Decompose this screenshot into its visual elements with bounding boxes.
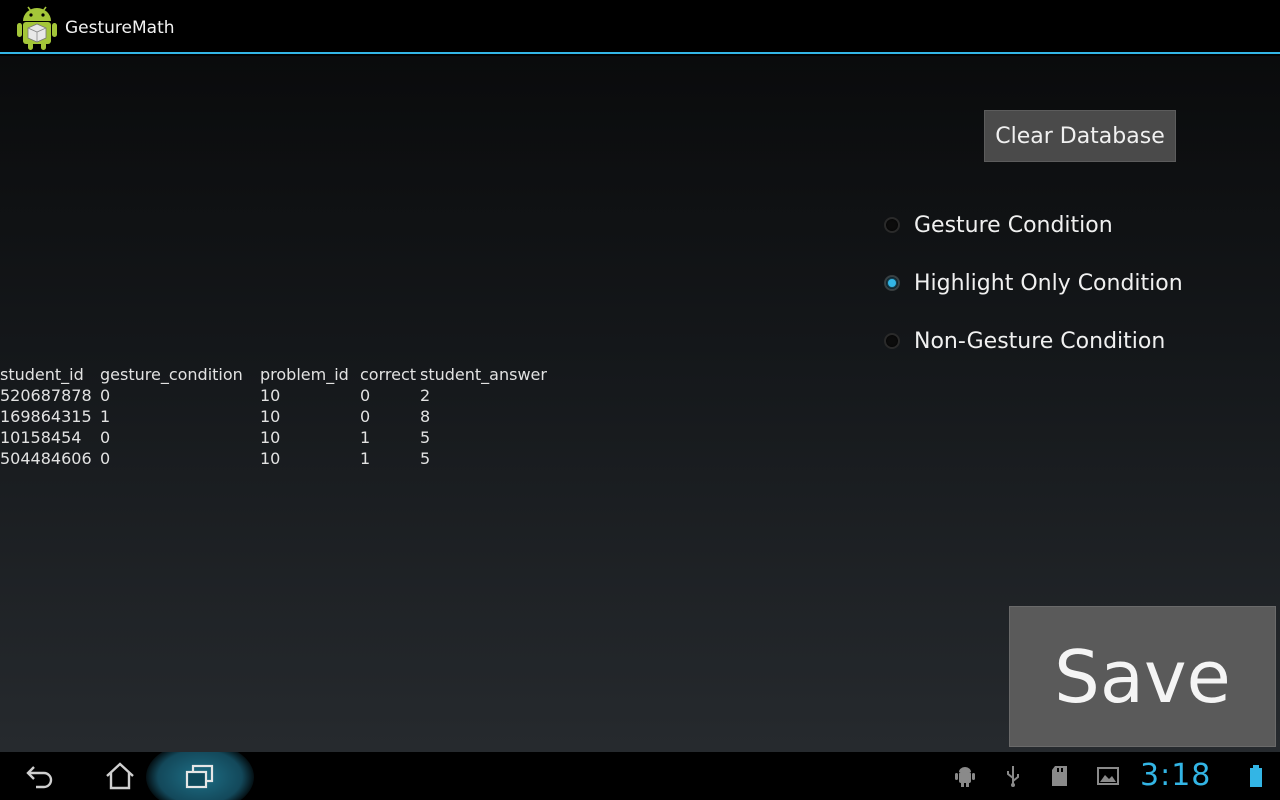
table-row: 10158454 0 10 1 5 — [0, 427, 550, 448]
recents-button[interactable] — [160, 752, 240, 800]
app-title: GestureMath — [65, 18, 175, 38]
column-header: correct — [360, 365, 417, 384]
table-cell: 10 — [260, 449, 281, 468]
radio-button-selected[interactable] — [884, 275, 900, 291]
table-row: 504484606 0 10 1 5 — [0, 448, 550, 469]
table-cell: 8 — [420, 407, 431, 426]
android-app-icon — [17, 6, 57, 50]
table-cell: 1 — [360, 428, 371, 447]
radio-non-gesture-condition[interactable]: Non-Gesture Condition — [884, 321, 1165, 361]
column-header: gesture_condition — [100, 365, 243, 384]
table-cell: 0 — [100, 386, 111, 405]
radio-gesture-condition[interactable]: Gesture Condition — [884, 205, 1113, 245]
column-header: problem_id — [260, 365, 349, 384]
table-row: 520687878 0 10 0 2 — [0, 385, 550, 406]
table-row: 169864315 1 10 0 8 — [0, 406, 550, 427]
table-cell: 0 — [360, 407, 371, 426]
table-cell: 0 — [100, 428, 111, 447]
table-cell: 0 — [360, 386, 371, 405]
clear-database-button[interactable]: Clear Database — [984, 110, 1176, 162]
table-cell: 5 — [420, 449, 431, 468]
table-header-row: student_id gesture_condition problem_id … — [0, 364, 550, 385]
radio-button[interactable] — [884, 333, 900, 349]
android-debug-icon — [955, 767, 975, 787]
table-cell: 10 — [260, 428, 281, 447]
table-cell: 504484606 — [0, 449, 92, 468]
gallery-icon — [1097, 767, 1119, 785]
table-cell: 5 — [420, 428, 431, 447]
table-cell: 10 — [260, 407, 281, 426]
clock: 3:18 — [1140, 758, 1212, 793]
recents-icon — [185, 764, 214, 789]
radio-label: Highlight Only Condition — [914, 270, 1183, 296]
system-bar: 3:18 — [0, 752, 1280, 800]
column-header: student_answer — [420, 365, 547, 384]
table-cell: 1 — [360, 449, 371, 468]
database-table: student_id gesture_condition problem_id … — [0, 364, 550, 469]
table-cell: 169864315 — [0, 407, 92, 426]
radio-label: Gesture Condition — [914, 212, 1113, 238]
save-button[interactable]: Save — [1009, 606, 1276, 747]
table-cell: 520687878 — [0, 386, 92, 405]
back-icon — [26, 766, 53, 789]
back-button[interactable] — [0, 752, 80, 800]
action-bar: GestureMath — [0, 0, 1280, 54]
home-icon — [106, 762, 134, 790]
main-content: Clear Database Gesture Condition Highlig… — [0, 56, 1280, 752]
usb-icon — [1007, 766, 1019, 787]
table-cell: 1 — [100, 407, 111, 426]
table-cell: 0 — [100, 449, 111, 468]
table-cell: 10158454 — [0, 428, 82, 447]
radio-label: Non-Gesture Condition — [914, 328, 1166, 354]
table-cell: 2 — [420, 386, 431, 405]
radio-highlight-only-condition[interactable]: Highlight Only Condition — [884, 263, 1183, 303]
battery-icon — [1250, 765, 1262, 787]
sd-card-icon — [1052, 766, 1067, 786]
radio-button[interactable] — [884, 217, 900, 233]
column-header: student_id — [0, 365, 84, 384]
table-cell: 10 — [260, 386, 281, 405]
